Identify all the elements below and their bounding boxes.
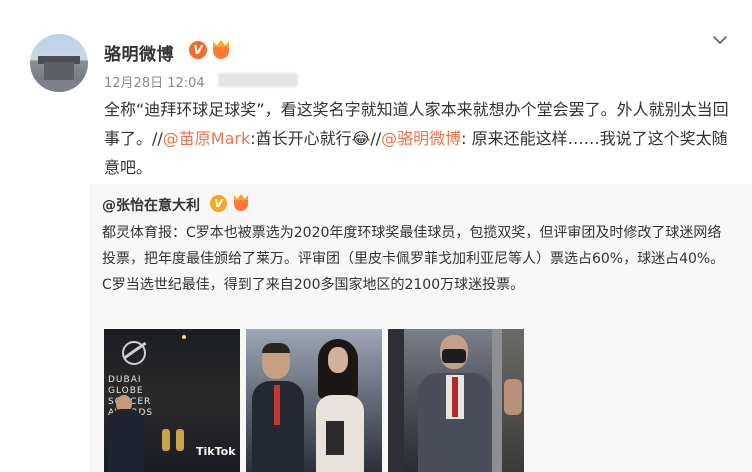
chevron-down-icon[interactable] <box>712 32 728 48</box>
repost-body: 都灵体育报：C罗本也被票选为2020年度环球奖最佳球员，包揽双奖，但评审团及时修… <box>102 220 732 298</box>
repost-image-4[interactable] <box>502 329 524 472</box>
blurred-source-text <box>218 73 298 87</box>
hand-shape <box>504 379 522 415</box>
repost-fan-crown-icon[interactable] <box>231 194 251 213</box>
repost-paragraph-1: 都灵体育报：C罗本也被票选为2020年度环球奖最佳球员，包揽双奖，但评审团及时修… <box>102 225 725 267</box>
post-username[interactable]: 骆明微博 <box>104 40 174 65</box>
repost-image-2[interactable] <box>246 329 382 472</box>
mention-link-2[interactable]: @骆明微博 <box>381 129 461 148</box>
crown-face-shape <box>213 47 229 59</box>
person-silhouette <box>108 409 144 472</box>
dress-belt <box>326 421 344 455</box>
man-hair <box>262 343 290 353</box>
user-avatar[interactable] <box>30 34 88 92</box>
repost-image-1[interactable]: DUBAI GLOBE SOCCER AWARDS TikTok <box>104 329 240 472</box>
trophy-icon <box>176 429 184 451</box>
stage-light <box>182 335 186 339</box>
verified-badge-icon[interactable]: V <box>189 41 207 59</box>
woman-face <box>328 347 348 373</box>
post-text-part2: :酋长开心就行😂// <box>250 129 382 148</box>
trophy-icon <box>162 429 170 451</box>
avatar-gate-tower <box>44 62 74 80</box>
red-tie <box>274 385 280 425</box>
crown-face-shape <box>234 200 248 211</box>
fan-crown-icon[interactable] <box>210 40 232 60</box>
mention-link-1[interactable]: @苗原Mark <box>163 129 250 148</box>
tiktok-logo-text: TikTok <box>196 445 236 458</box>
red-tie <box>452 377 458 417</box>
post-body: 全称“迪拜环球足球奖”，看这奖名字就知道人家本来就想办个堂会罢了。外人就别太当回… <box>104 95 734 182</box>
post-timestamp[interactable]: 12月28日 12:04 <box>104 72 205 91</box>
repost-paragraph-2: C罗当选世纪最佳，得到了来自200多国家地区的2100万球迷投票。 <box>102 277 525 293</box>
repost-username[interactable]: @张怡在意大利 <box>102 195 200 215</box>
weibo-post-card: 骆明微博 V 12月28日 12:04 全称“迪拜环球足球奖”，看这奖名字就知道… <box>0 0 752 472</box>
avatar-ground <box>30 80 88 92</box>
face-mask <box>442 349 466 363</box>
repost-verified-badge-icon[interactable]: V <box>210 195 227 212</box>
dark-edge <box>388 329 404 472</box>
